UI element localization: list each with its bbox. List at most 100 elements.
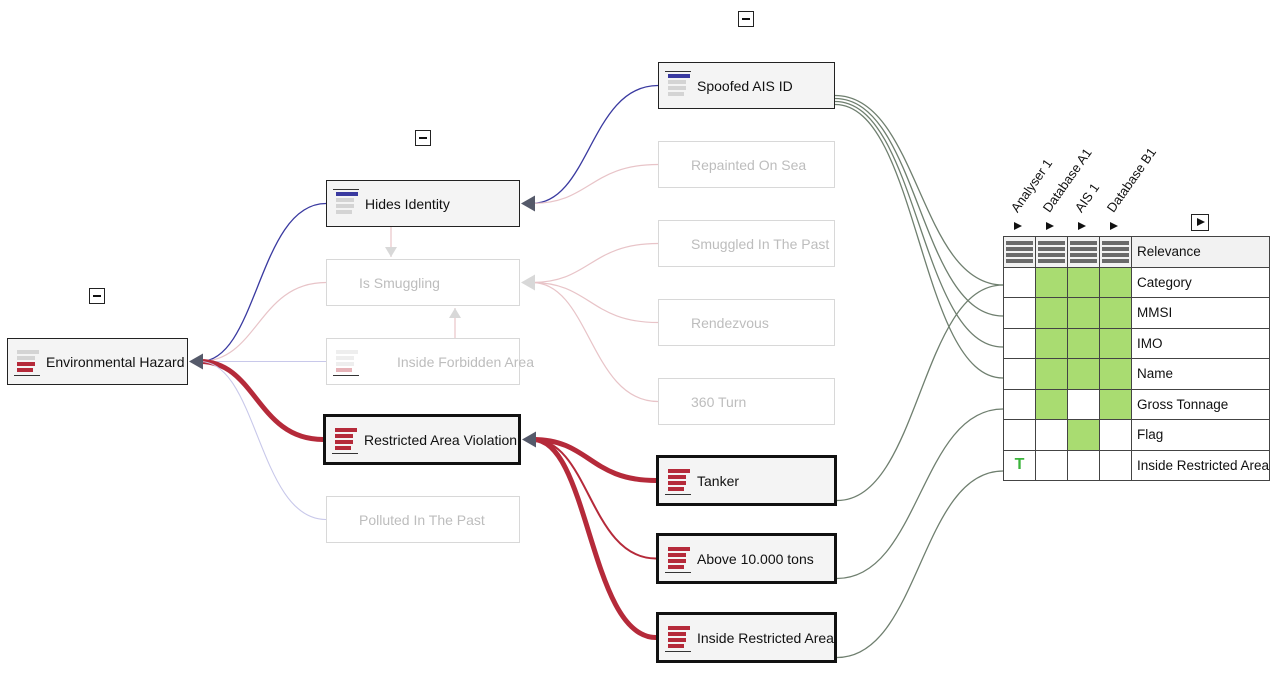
edge-above_10000_tons-to-restricted_area_violation [532, 438, 657, 560]
stacked-bars-icon [333, 347, 359, 377]
source-expand-ais-1[interactable] [1078, 222, 1086, 230]
matrix-cell[interactable] [1099, 297, 1132, 329]
relevance-bar [1102, 258, 1129, 263]
edge-is_smuggling-to-environmental_hazard [199, 281, 327, 363]
relevance-bar [1038, 258, 1065, 263]
matrix-row: IMO [1003, 327, 1271, 359]
icon-bar [336, 361, 354, 366]
icon-bar [335, 433, 353, 438]
matrix-cell[interactable] [1099, 327, 1132, 359]
icon-bar [668, 631, 686, 636]
matrix-cell[interactable] [1035, 388, 1068, 420]
relevance-bar [1102, 252, 1129, 257]
collapse-level-3-button[interactable] [738, 11, 754, 27]
matrix-cell[interactable] [1003, 358, 1036, 390]
matrix-cell[interactable] [1067, 358, 1100, 390]
relevance-icon[interactable] [1067, 236, 1100, 268]
relevance-icon[interactable] [1099, 236, 1132, 268]
matrix-cell[interactable] [1099, 449, 1132, 481]
icon-bar [336, 191, 358, 196]
node-restricted-area-violation[interactable]: Restricted Area Violation [323, 414, 521, 465]
attribute-link-spoofed_ais_id-to-mmsi [834, 97, 1004, 317]
edge-inside_restricted_area-to-restricted_area_violation [532, 437, 657, 640]
icon-baseline [332, 452, 358, 454]
icon-bar [336, 355, 354, 360]
attribute-label: Category [1130, 266, 1271, 298]
source-expand-database-a1[interactable] [1046, 222, 1054, 230]
matrix-cell[interactable] [1035, 327, 1068, 359]
matrix-cell[interactable] [1003, 266, 1036, 298]
matrix-cell[interactable] [1067, 419, 1100, 451]
edge-rendezvous-to-is_smuggling [531, 281, 659, 324]
matrix-cell[interactable] [1003, 419, 1036, 451]
matrix-cell[interactable] [1035, 266, 1068, 298]
icon-bar [17, 367, 33, 372]
matrix-cell[interactable] [1067, 327, 1100, 359]
node-smuggled-in-the-past[interactable]: Smuggled In The Past [658, 220, 835, 267]
icon-bar [336, 197, 354, 202]
matrix-cell[interactable] [1067, 388, 1100, 420]
node-spoofed-ais-id[interactable]: Spoofed AIS ID [658, 62, 835, 109]
node-label: 360 Turn [691, 393, 747, 410]
matrix-cell[interactable] [1003, 297, 1036, 329]
node-turn-360[interactable]: 360 Turn [658, 378, 835, 425]
node-is-smuggling[interactable]: Is Smuggling [326, 259, 520, 306]
relevance-icon[interactable] [1035, 236, 1068, 268]
matrix-cell[interactable] [1035, 419, 1068, 451]
matrix-cell[interactable] [1035, 297, 1068, 329]
node-label: Environmental Hazard [46, 353, 185, 370]
node-above-10000-tons[interactable]: Above 10.000 tons [656, 533, 837, 584]
relevance-bar [1038, 240, 1065, 245]
edge-arrowhead [189, 353, 203, 370]
icon-bar [668, 91, 684, 96]
node-label: Restricted Area Violation [364, 431, 518, 448]
node-inside-forbidden-area[interactable]: Inside Forbidden Area [326, 338, 534, 385]
stacked-bars-icon [665, 544, 691, 574]
node-hides-identity[interactable]: Hides Identity [326, 180, 520, 227]
node-repainted-on-sea[interactable]: Repainted On Sea [658, 141, 835, 188]
matrix-cell[interactable] [1003, 327, 1036, 359]
icon-bar [336, 209, 352, 214]
expand-matrix-button[interactable] [1191, 214, 1209, 231]
matrix-cell[interactable] [1067, 297, 1100, 329]
attribute-link-spoofed_ais_id-to-name [834, 103, 1004, 379]
matrix-cell[interactable] [1099, 266, 1132, 298]
matrix-cell[interactable] [1003, 388, 1036, 420]
attribute-label: Gross Tonnage [1130, 388, 1271, 420]
stacked-bars-icon [665, 466, 691, 496]
node-tanker[interactable]: Tanker [656, 455, 837, 506]
node-label: Inside Restricted Area [697, 629, 834, 646]
icon-bar [668, 552, 686, 557]
node-inside-restricted-area[interactable]: Inside Restricted Area [656, 612, 837, 663]
node-polluted-in-the-past[interactable]: Polluted In The Past [326, 496, 520, 543]
matrix-cell[interactable] [1067, 449, 1100, 481]
source-expand-database-b1[interactable] [1110, 222, 1118, 230]
relevance-bar [1006, 240, 1033, 245]
collapse-level-1-button[interactable] [89, 288, 105, 304]
icon-bar [668, 468, 690, 473]
edge-hides_identity-to-environmental_hazard [199, 202, 327, 363]
relevance-bar [1006, 252, 1033, 257]
edge-arrowhead [521, 274, 535, 291]
matrix-cell[interactable] [1099, 419, 1132, 451]
relevance-bar [1006, 246, 1033, 251]
icon-bar [336, 203, 354, 208]
matrix-cell[interactable] [1099, 358, 1132, 390]
node-label: Is Smuggling [359, 274, 440, 291]
icon-bar [668, 486, 684, 491]
matrix-cell[interactable] [1099, 388, 1132, 420]
matrix-cell[interactable] [1035, 358, 1068, 390]
matrix-cell[interactable] [1035, 449, 1068, 481]
true-mark[interactable]: T [1003, 449, 1036, 481]
icon-baseline [665, 650, 691, 652]
relevance-bar [1102, 240, 1129, 245]
attribute-link-spoofed_ais_id-to-category [834, 94, 1004, 286]
edge-arrowhead [385, 247, 397, 257]
source-expand-analyser-1[interactable] [1014, 222, 1022, 230]
matrix-row: Gross Tonnage [1003, 388, 1271, 420]
node-environmental-hazard[interactable]: Environmental Hazard [7, 338, 188, 385]
collapse-level-2-button[interactable] [415, 130, 431, 146]
relevance-icon[interactable] [1003, 236, 1036, 268]
matrix-cell[interactable] [1067, 266, 1100, 298]
node-rendezvous[interactable]: Rendezvous [658, 299, 835, 346]
